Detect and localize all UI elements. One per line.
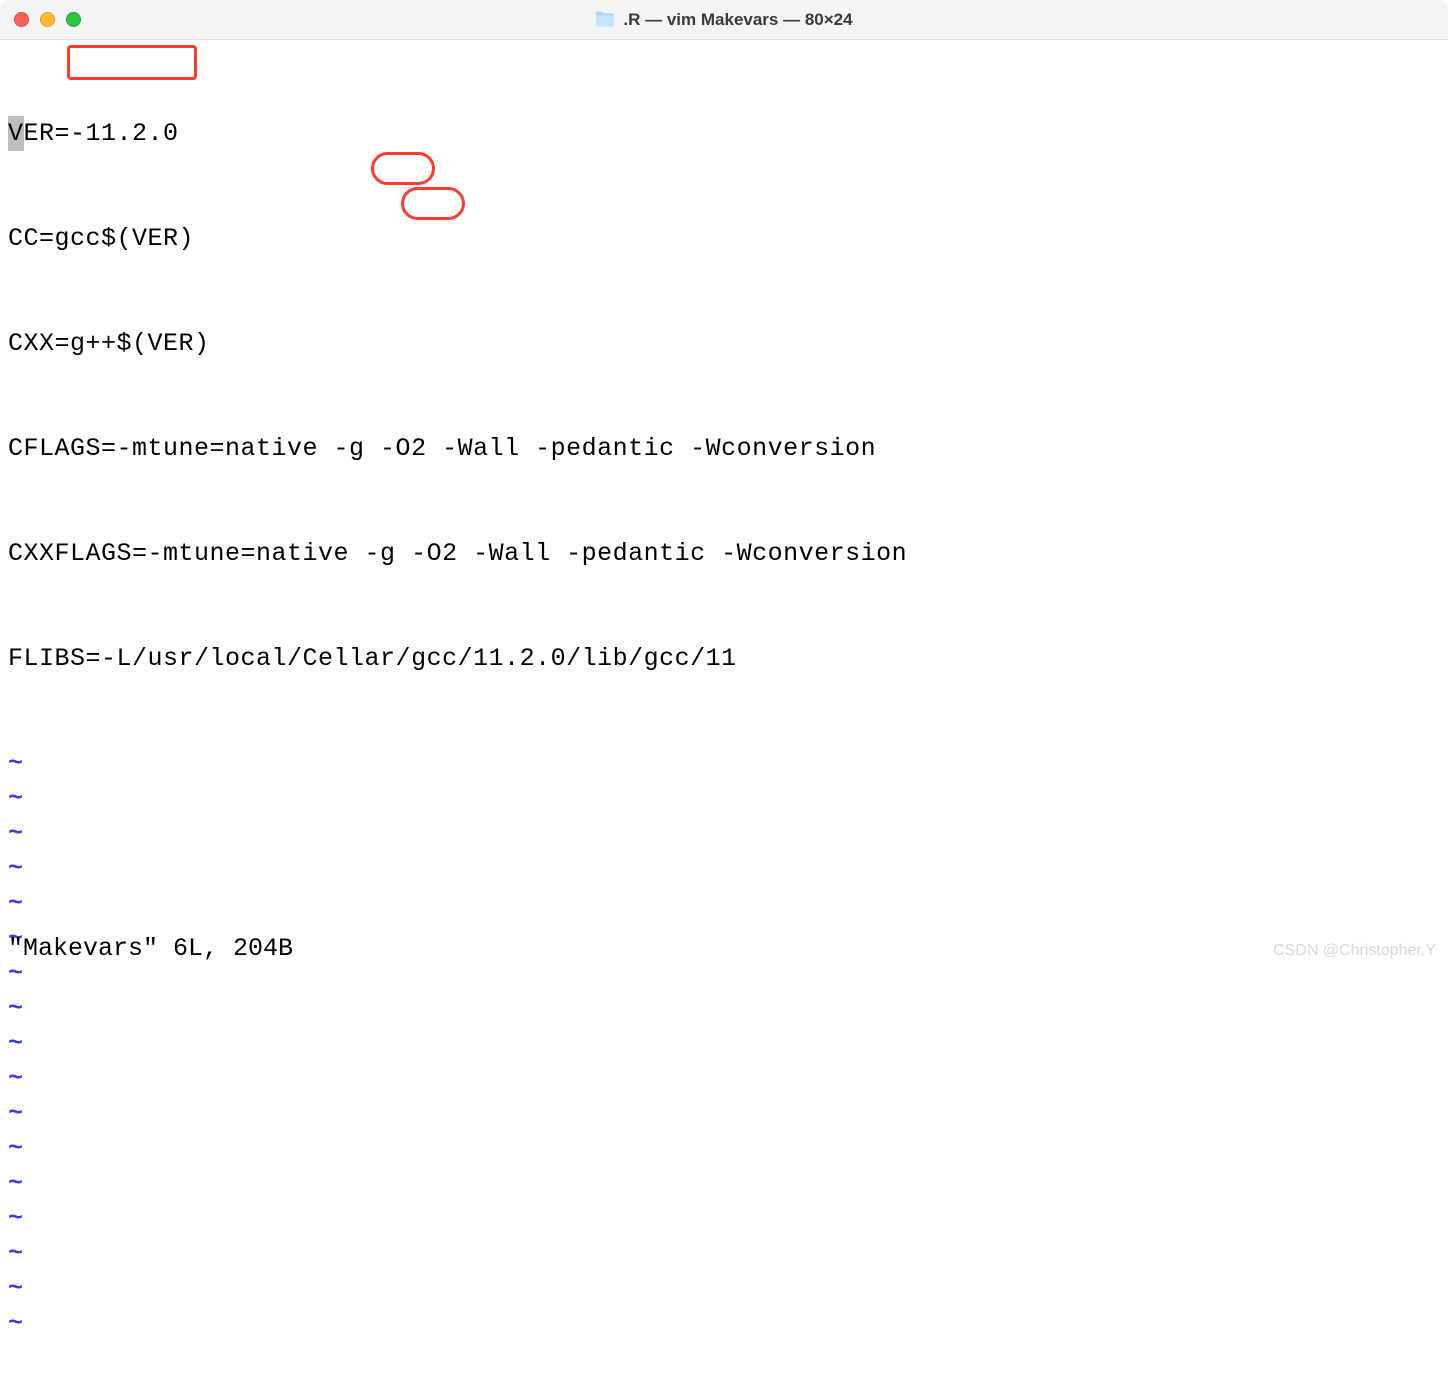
- watermark: CSDN @Christopher.Y: [1273, 940, 1436, 962]
- window-titlebar: .R — vim Makevars — 80×24: [0, 0, 1448, 40]
- vim-empty-line: ~: [8, 1061, 1440, 1096]
- editor-line: CC=gcc$(VER): [8, 221, 1440, 256]
- traffic-lights: [0, 12, 81, 27]
- vim-empty-line: ~: [8, 1306, 1440, 1341]
- vim-empty-line: ~: [8, 851, 1440, 886]
- minimize-button[interactable]: [40, 12, 55, 27]
- vim-empty-line: ~: [8, 1236, 1440, 1271]
- cursor: V: [8, 116, 24, 151]
- terminal-content[interactable]: VER=-11.2.0 CC=gcc$(VER) CXX=g++$(VER) C…: [0, 40, 1448, 1376]
- vim-empty-line: ~: [8, 746, 1440, 781]
- vim-empty-line: ~: [8, 1201, 1440, 1236]
- vim-empty-line: ~: [8, 1166, 1440, 1201]
- editor-line: CFLAGS=-mtune=native -g -O2 -Wall -pedan…: [8, 431, 1440, 466]
- window-title-text: .R — vim Makevars — 80×24: [623, 8, 852, 32]
- vim-empty-line: ~: [8, 1271, 1440, 1306]
- folder-icon: [595, 11, 615, 27]
- close-button[interactable]: [14, 12, 29, 27]
- vim-empty-line: ~: [8, 816, 1440, 851]
- vim-empty-line: ~: [8, 1096, 1440, 1131]
- line-text: ER=-11.2.0: [24, 119, 179, 148]
- editor-line: CXXFLAGS=-mtune=native -g -O2 -Wall -ped…: [8, 536, 1440, 571]
- vim-empty-line: ~: [8, 991, 1440, 1026]
- window-title: .R — vim Makevars — 80×24: [0, 8, 1448, 32]
- vim-empty-line: ~: [8, 1026, 1440, 1061]
- editor-line: VER=-11.2.0: [8, 116, 1440, 151]
- vim-empty-line: ~: [8, 886, 1440, 921]
- vim-empty-line: ~: [8, 781, 1440, 816]
- editor-line: CXX=g++$(VER): [8, 326, 1440, 361]
- vim-empty-line: ~: [8, 1131, 1440, 1166]
- maximize-button[interactable]: [66, 12, 81, 27]
- vim-status-line: "Makevars" 6L, 204B: [8, 931, 293, 966]
- editor-line: FLIBS=-L/usr/local/Cellar/gcc/11.2.0/lib…: [8, 641, 1440, 676]
